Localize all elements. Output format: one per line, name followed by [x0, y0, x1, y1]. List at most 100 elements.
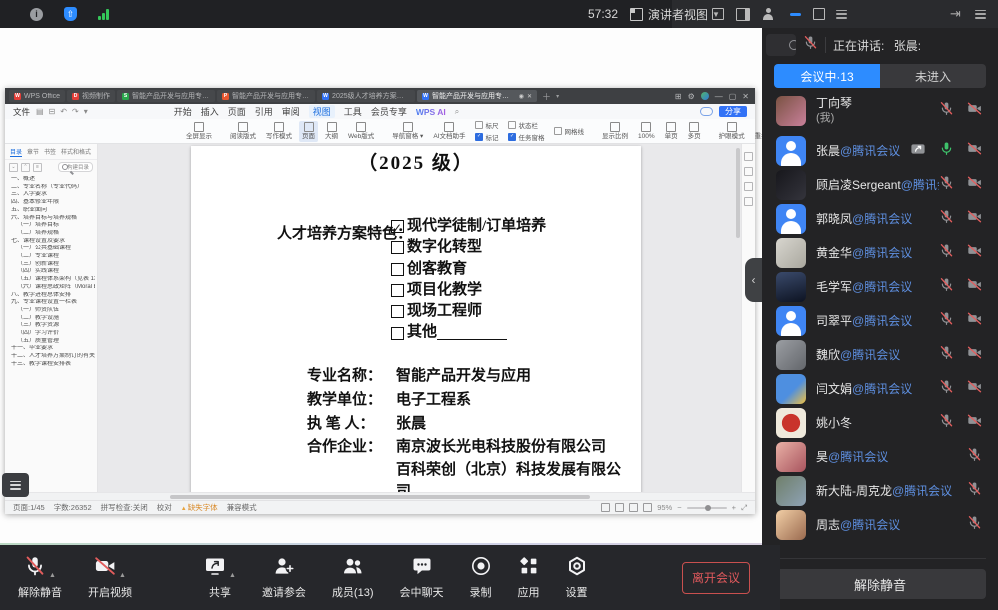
collapse-icon: ⌄: [9, 163, 18, 172]
search-icon: ⌕: [455, 107, 459, 117]
wps-document-canvas: （2025 级） 人才培养方案特色： 现代学徒制/订单培养数字化转型创客教育项目…: [98, 144, 741, 492]
outline-item: （四）学习评价: [11, 330, 95, 338]
doc-feature-checklist: 现代学徒制/订单培养数字化转型创客教育项目化教学现场工程师其他: [391, 216, 546, 344]
ribbon-btn-大纲: 大纲: [322, 121, 341, 142]
file-type-icon: S: [122, 93, 129, 100]
mic-off-icon: [24, 555, 46, 580]
apps-button[interactable]: 应用: [518, 556, 540, 600]
mic-muted-icon: [939, 209, 954, 229]
participant-row[interactable]: 丁向琴(我): [762, 88, 998, 134]
participant-row[interactable]: 闫文娟@腾讯会议: [762, 372, 998, 406]
file-type-icon: W: [322, 93, 329, 100]
leave-meeting-button[interactable]: 离开会议: [682, 562, 750, 594]
chevron-up-icon[interactable]: ▲: [229, 572, 236, 580]
avatar: [776, 272, 806, 302]
panel-unmute-button[interactable]: 解除静音: [774, 569, 986, 599]
layout-icon: [630, 8, 643, 21]
wps-navigation-pane: 目录章节书签样式和格式 ⌄⌃≡ 构建目录 一、概述二、专业名称（专业代码）三、入…: [5, 144, 98, 492]
participant-row[interactable]: 周志@腾讯会议: [762, 508, 998, 542]
info-icon[interactable]: i: [30, 0, 43, 28]
outline-item: 五、职业面向: [11, 207, 95, 215]
expand-icon: ⌃: [21, 163, 30, 172]
mic-muted-icon: [939, 101, 954, 121]
participant-row[interactable]: 新大陆-周克龙@腾讯会议: [762, 474, 998, 508]
speaking-banner: 正在讲话: 张晨:: [762, 28, 998, 62]
participant-row[interactable]: 张晨@腾讯会议: [762, 134, 998, 168]
participant-name: 黄金华@腾讯会议: [816, 246, 939, 261]
camera-muted-icon: [967, 141, 982, 161]
security-shield-icon[interactable]: ⇧: [64, 0, 77, 28]
new-tab-icon: ＋: [542, 90, 551, 103]
avatar: [776, 476, 806, 506]
maximize-panel-icon[interactable]: [813, 0, 825, 28]
mic-muted-icon: [939, 175, 954, 195]
panel-menu-icon[interactable]: [836, 0, 847, 28]
minimize-panel-icon[interactable]: [790, 0, 801, 28]
print-icon: ⊟: [49, 107, 56, 116]
share-button[interactable]: ▲共享: [204, 556, 236, 600]
participant-row[interactable]: 司翠平@腾讯会议: [762, 304, 998, 338]
members-button[interactable]: 成员(13): [332, 556, 374, 600]
view-mode-selector[interactable]: 演讲者视图▼: [630, 0, 720, 28]
status-item: ▲缺失字体: [181, 502, 218, 513]
doc-feature-line: 数字化转型: [391, 237, 546, 258]
exit-fullscreen-icon[interactable]: ⇥: [950, 0, 961, 28]
meeting-floating-handle[interactable]: [2, 473, 29, 497]
fullscreen-icon[interactable]: [712, 0, 724, 28]
meeting-topbar: i ⇧ 57:32 演讲者视图▼ ⇥: [0, 0, 998, 28]
search-input[interactable]: [766, 34, 796, 56]
zoom-slider: [687, 507, 727, 509]
chevron-up-icon[interactable]: ▲: [119, 572, 126, 580]
settings-button[interactable]: 设置: [566, 556, 588, 600]
participant-row[interactable]: 毛学军@腾讯会议: [762, 270, 998, 304]
member-panel: 正在讲话: 张晨: 会议中·13 未进入 丁向琴(我) 张晨@腾讯会议 顾启凌S…: [762, 28, 998, 610]
ribbon-btn-导航窗格: 导航窗格 ▾: [389, 121, 426, 142]
camera-muted-icon: [967, 243, 982, 263]
participant-row[interactable]: 昊@腾讯会议: [762, 440, 998, 474]
nav-pane-tabs: 目录章节书签样式和格式: [5, 144, 97, 160]
participant-name: 司翠平@腾讯会议: [816, 314, 939, 329]
meeting-duration: 57:32: [588, 0, 618, 28]
chat-button[interactable]: 会中聊天: [400, 556, 444, 600]
doc-feature-line: 创客教育: [391, 259, 546, 280]
record-button[interactable]: 录制: [470, 556, 492, 600]
outline-item: 二、专业名称（专业代码）: [11, 184, 95, 192]
wps-file-menu: 文件: [13, 106, 30, 118]
wps-doc-tab: W2025级人才培养方案定稿(最终版): [317, 90, 415, 102]
ribbon-check-任务窗格: 任务窗格: [508, 132, 544, 142]
participant-row[interactable]: 顾启凌Sergeant@腾讯会议: [762, 168, 998, 202]
participant-row[interactable]: 郭晓凤@腾讯会议: [762, 202, 998, 236]
wps-menu-会员专享: 会员专享: [371, 105, 407, 118]
panel-collapse-handle[interactable]: ‹: [745, 258, 762, 302]
camera-muted-icon: [967, 175, 982, 195]
participant-name: 闫文娟@腾讯会议: [816, 382, 939, 397]
participant-name: 毛学军@腾讯会议: [816, 280, 939, 295]
video-button[interactable]: ▲开启视频: [88, 556, 132, 600]
system-menu-icon[interactable]: [975, 0, 986, 28]
members-topbar-icon[interactable]: [762, 0, 774, 28]
screen-sharing-icon: [910, 141, 926, 162]
comment-icon: [744, 167, 753, 176]
window-minimize-icon: —: [715, 92, 723, 101]
wps-menu-页面: 页面: [228, 105, 246, 118]
participant-row[interactable]: 黄金华@腾讯会议: [762, 236, 998, 270]
list-icon: ≡: [33, 163, 42, 172]
tab-not-joined[interactable]: 未进入: [880, 64, 986, 88]
participant-row[interactable]: 姚小冬: [762, 406, 998, 440]
camera-muted-icon: [967, 209, 982, 229]
record-icon: [470, 555, 492, 580]
unmute-button[interactable]: ▲解除静音: [18, 556, 62, 600]
side-panel-toggle-icon[interactable]: [736, 0, 750, 28]
account-avatar: [701, 92, 709, 100]
doc-feature-line: 项目化教学: [391, 280, 546, 301]
outline-item: 三、入学要求: [11, 191, 95, 199]
tab-in-meeting[interactable]: 会议中·13: [774, 64, 880, 88]
chevron-up-icon[interactable]: ▲: [49, 572, 56, 580]
edit-icon: [744, 152, 753, 161]
pin-icon: ◉: [519, 93, 524, 100]
invite-button[interactable]: 邀请参会: [262, 556, 306, 600]
wps-menu-row: 文件 ▤⊟↶↷▾ 开始插入页面引用审阅视图工具会员专享WPS AI ⌕ 分享: [5, 104, 755, 119]
participant-row[interactable]: 魏欣@腾讯会议: [762, 338, 998, 372]
ribbon-btn-护眼模式: 护眼模式: [716, 121, 748, 142]
outline-item: （四）实践课程: [11, 268, 95, 276]
